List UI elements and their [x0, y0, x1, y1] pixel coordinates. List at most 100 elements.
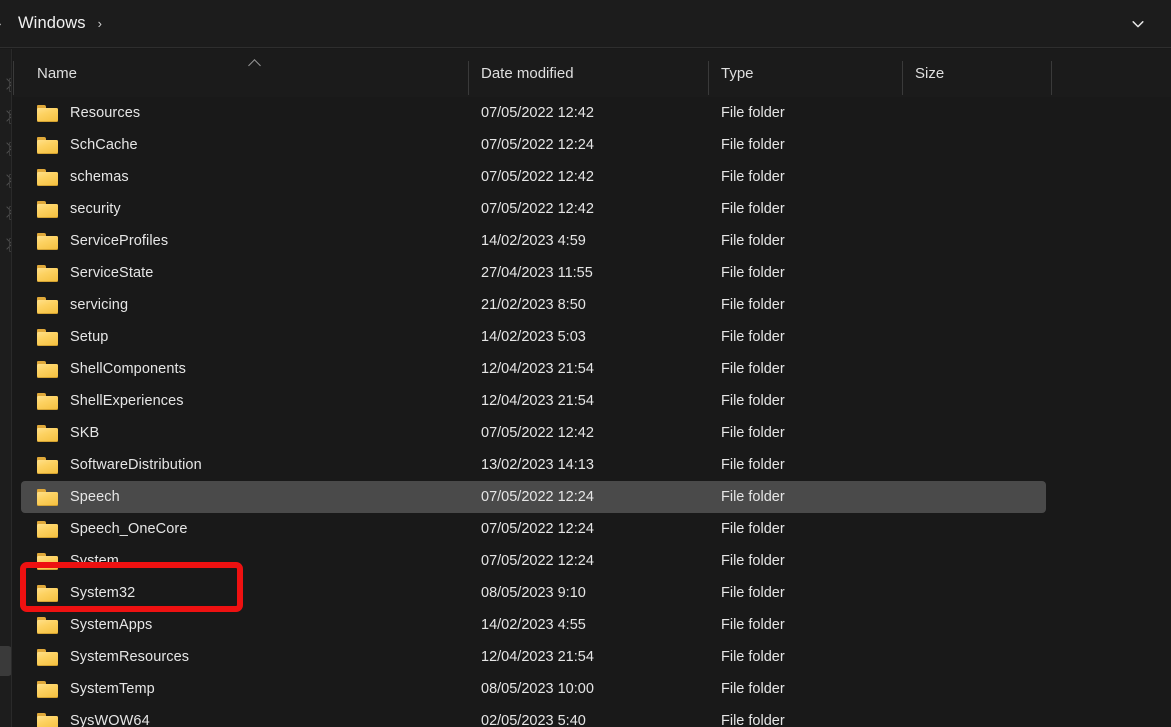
cell-type: File folder [721, 457, 785, 473]
cell-type: File folder [721, 169, 785, 185]
cell-date-modified: 02/05/2023 5:40 [481, 713, 586, 727]
cell-name[interactable]: SoftwareDistribution [37, 456, 202, 474]
folder-icon [37, 488, 58, 506]
cell-name[interactable]: SKB [37, 424, 99, 442]
table-row[interactable]: SoftwareDistribution 13/02/2023 14:13 File… [13, 449, 1171, 481]
table-row[interactable]: Speech_OneCore 07/05/2022 12:24 File folde… [13, 513, 1171, 545]
cell-name[interactable]: Speech [37, 488, 120, 506]
nav-tree-item[interactable] [0, 229, 11, 261]
nav-tree-item[interactable] [0, 197, 11, 229]
file-name-label: security [70, 201, 121, 217]
column-divider[interactable] [708, 61, 709, 95]
table-row[interactable]: Setup 14/02/2023 5:03 File folder [13, 321, 1171, 353]
cell-name[interactable]: SchCache [37, 136, 138, 154]
table-row[interactable]: System32 08/05/2023 9:10 File folder [13, 577, 1171, 609]
folder-icon [37, 680, 58, 698]
column-header-name[interactable]: Name [26, 49, 77, 97]
cell-name[interactable]: SystemApps [37, 616, 153, 634]
cell-name[interactable]: SysWOW64 [37, 712, 150, 727]
cell-date-modified: 14/02/2023 4:59 [481, 233, 586, 249]
cell-name[interactable]: ShellExperiences [37, 392, 184, 410]
column-divider[interactable] [1051, 61, 1052, 95]
file-name-label: Resources [70, 105, 141, 121]
breadcrumb-item-windows[interactable]: Windows [18, 14, 86, 33]
folder-icon [37, 104, 58, 122]
table-row[interactable]: SKB 07/05/2022 12:42 File folder [13, 417, 1171, 449]
file-list-pane[interactable]: Name Date modified Type Size Resources 07… [13, 49, 1171, 727]
folder-icon [9, 110, 11, 124]
cell-type: File folder [721, 297, 785, 313]
cell-name[interactable]: SystemResources [37, 648, 190, 666]
folder-icon [37, 712, 58, 727]
cell-type: File folder [721, 425, 785, 441]
folder-icon [37, 296, 58, 314]
table-row[interactable]: SysWOW64 02/05/2023 5:40 File folder [13, 705, 1171, 727]
file-name-label: servicing [70, 297, 129, 313]
file-name-label: SysWOW64 [70, 713, 150, 727]
table-row[interactable]: ShellExperiences 12/04/2023 21:54 File fol… [13, 385, 1171, 417]
cell-name[interactable]: schemas [37, 168, 129, 186]
cell-name[interactable]: security [37, 200, 121, 218]
folder-icon [9, 78, 11, 92]
nav-tree-item[interactable] [0, 101, 11, 133]
file-name-label: SystemResources [70, 649, 190, 665]
table-row[interactable]: Resources 07/05/2022 12:42 File folder [13, 97, 1171, 129]
nav-tree-item[interactable] [0, 133, 11, 165]
folder-icon [37, 456, 58, 474]
table-row[interactable]: SchCache 07/05/2022 12:24 File folder [13, 129, 1171, 161]
cell-date-modified: 08/05/2023 9:10 [481, 585, 586, 601]
cell-name[interactable]: System [37, 552, 119, 570]
table-row[interactable]: System 07/05/2022 12:24 File folder [13, 545, 1171, 577]
navigation-pane[interactable] [0, 49, 12, 727]
cell-type: File folder [721, 713, 785, 727]
column-header-row[interactable]: Name Date modified Type Size [13, 49, 1171, 97]
table-row[interactable]: SystemResources 12/04/2023 21:54 File fold… [13, 641, 1171, 673]
column-header-date-modified[interactable]: Date modified [470, 49, 574, 97]
address-bar[interactable]: › Windows › [0, 0, 1171, 48]
cell-date-modified: 14/02/2023 5:03 [481, 329, 586, 345]
table-row[interactable]: ServiceProfiles 14/02/2023 4:59 File folde… [13, 225, 1171, 257]
table-row[interactable]: schemas 07/05/2022 12:42 File folder [13, 161, 1171, 193]
folder-icon [9, 238, 11, 252]
cell-name[interactable]: Resources [37, 104, 141, 122]
cell-date-modified: 12/04/2023 21:54 [481, 393, 594, 409]
cell-type: File folder [721, 649, 785, 665]
chevron-down-icon[interactable] [1123, 9, 1153, 39]
table-row[interactable]: ShellComponents 12/04/2023 21:54 File fold… [13, 353, 1171, 385]
cell-type: File folder [721, 585, 785, 601]
cell-date-modified: 07/05/2022 12:24 [481, 137, 594, 153]
cell-name[interactable]: SystemTemp [37, 680, 155, 698]
column-divider[interactable] [902, 61, 903, 95]
table-row[interactable]: servicing 21/02/2023 8:50 File folder [13, 289, 1171, 321]
folder-icon [37, 584, 58, 602]
cell-name[interactable]: Speech_OneCore [37, 520, 187, 538]
folder-icon [37, 232, 58, 250]
file-name-label: SystemApps [70, 617, 153, 633]
cell-date-modified: 21/02/2023 8:50 [481, 297, 586, 313]
column-divider[interactable] [468, 61, 469, 95]
column-header-type[interactable]: Type [710, 49, 754, 97]
table-row[interactable]: Speech 07/05/2022 12:24 File folder [13, 481, 1171, 513]
table-row[interactable]: SystemApps 14/02/2023 4:55 File folder [13, 609, 1171, 641]
cell-name[interactable]: ServiceState [37, 264, 153, 282]
cell-name[interactable]: Setup [37, 328, 108, 346]
cell-date-modified: 12/04/2023 21:54 [481, 649, 594, 665]
folder-icon [37, 136, 58, 154]
cell-date-modified: 12/04/2023 21:54 [481, 361, 594, 377]
breadcrumb-chevron-icon[interactable]: › [98, 17, 102, 30]
folder-icon [37, 360, 58, 378]
cell-name[interactable]: ServiceProfiles [37, 232, 168, 250]
folder-icon [37, 648, 58, 666]
cell-name[interactable]: ShellComponents [37, 360, 186, 378]
table-row[interactable]: ServiceState 27/04/2023 11:55 File folder [13, 257, 1171, 289]
column-divider[interactable] [13, 61, 14, 95]
cell-name[interactable]: System32 [37, 584, 135, 602]
table-row[interactable]: SystemTemp 08/05/2023 10:00 File folder [13, 673, 1171, 705]
nav-tree-item[interactable] [0, 165, 11, 197]
column-header-size[interactable]: Size [904, 49, 944, 97]
cell-type: File folder [721, 329, 785, 345]
cell-name[interactable]: servicing [37, 296, 129, 314]
table-row[interactable]: security 07/05/2022 12:42 File folder [13, 193, 1171, 225]
folder-icon [9, 206, 11, 220]
nav-tree-item[interactable] [0, 69, 11, 101]
